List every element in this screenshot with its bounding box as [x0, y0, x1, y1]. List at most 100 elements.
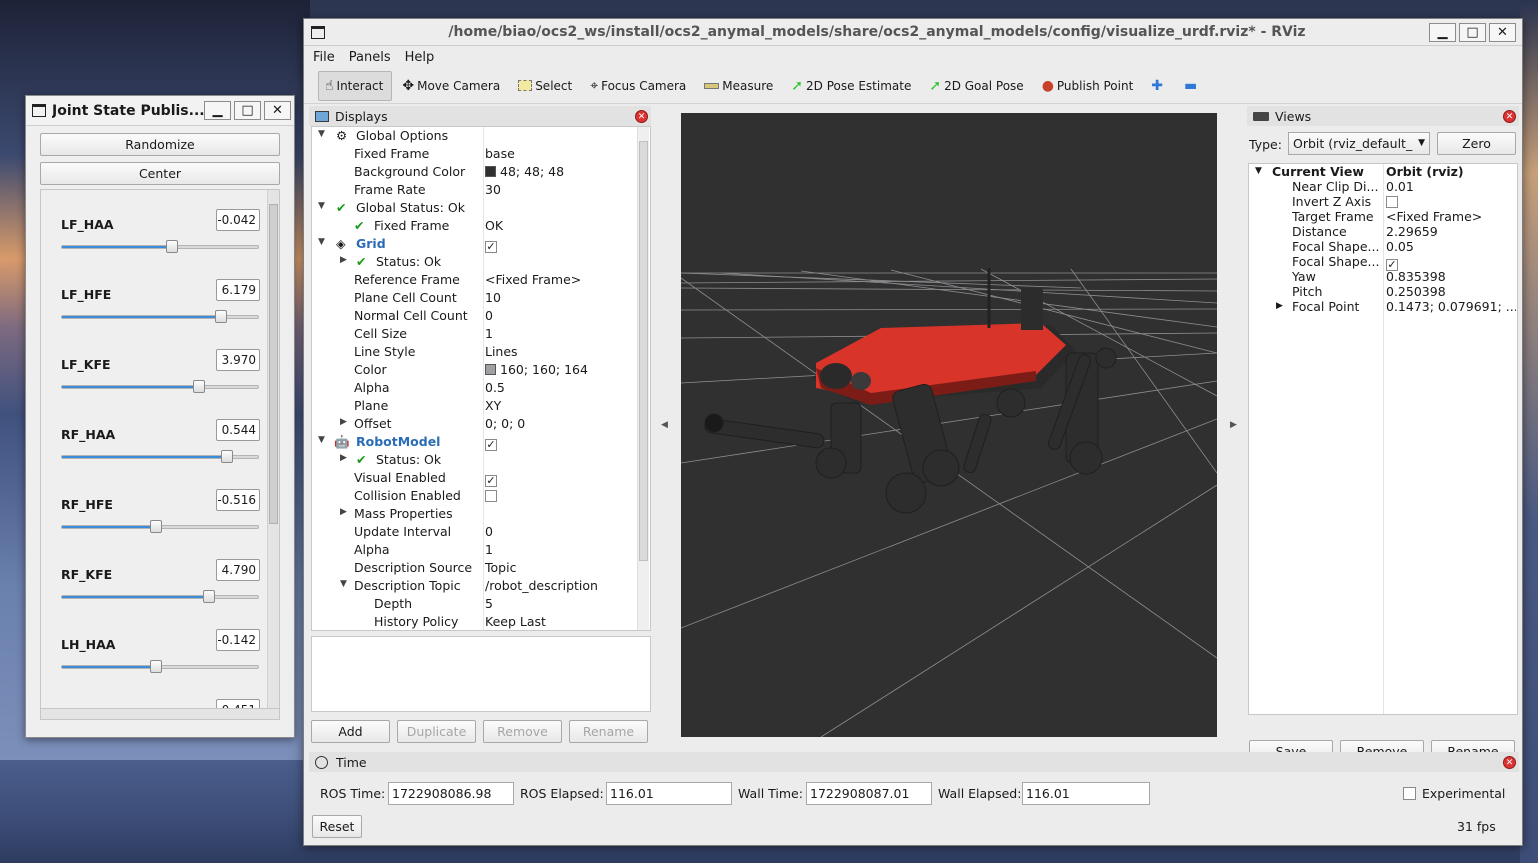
close-icon[interactable]: ✕ — [1503, 109, 1516, 123]
tool-focus-camera[interactable]: ⌖ Focus Camera — [584, 71, 694, 101]
collision-enabled-checkbox[interactable] — [485, 488, 497, 503]
tool-publish-point[interactable]: ● Publish Point — [1036, 71, 1142, 101]
row-value[interactable]: 0 — [485, 308, 493, 323]
expand-arrow-icon[interactable]: ▶ — [340, 453, 347, 463]
tree-row-color[interactable]: Color 160; 160; 164 — [312, 361, 638, 379]
view-prop-row[interactable]: ▶ Focal Point 0.1473; 0.079691; ... — [1249, 299, 1517, 314]
tree-row-current-view[interactable]: ▼ Current View Orbit (rviz) — [1249, 164, 1517, 179]
zero-button[interactable]: Zero — [1437, 132, 1516, 155]
row-value[interactable]: 2.29659 — [1386, 224, 1516, 239]
ros-elapsed-field[interactable]: 116.01 — [606, 782, 732, 805]
joint-value-field[interactable]: -0.142 — [216, 629, 260, 651]
row-value[interactable]: 48; 48; 48 — [485, 164, 564, 179]
close-button[interactable]: ✕ — [1489, 22, 1516, 42]
row-value[interactable]: 0.5 — [485, 380, 505, 395]
row-value[interactable]: 1 — [485, 542, 493, 557]
row-value[interactable]: 1 — [485, 326, 493, 341]
add-tool-button[interactable]: ✚ — [1145, 71, 1174, 101]
slider-handle[interactable] — [193, 380, 205, 393]
view-prop-row[interactable]: Yaw 0.835398 — [1249, 269, 1517, 284]
tree-row-background-color[interactable]: Background Color 48; 48; 48 — [312, 163, 638, 181]
tree-row-fixed-frame[interactable]: Fixed Frame base — [312, 145, 638, 163]
scrollbar-thumb[interactable] — [639, 141, 648, 561]
tree-row-mass-properties[interactable]: ▶ Mass Properties — [312, 505, 638, 523]
rename-button[interactable]: Rename — [569, 720, 648, 743]
tree-row-global-options[interactable]: ▼ ⚙ Global Options — [312, 127, 638, 145]
ros-time-field[interactable]: 1722908086.98 — [388, 782, 514, 805]
row-value[interactable]: 0; 0; 0 — [485, 416, 525, 431]
expand-arrow-icon[interactable]: ▶ — [1276, 301, 1283, 311]
collapse-arrow-icon[interactable]: ▼ — [318, 237, 325, 247]
duplicate-button[interactable]: Duplicate — [397, 720, 476, 743]
menu-help[interactable]: Help — [405, 50, 435, 65]
tree-row-alpha[interactable]: Alpha 0.5 — [312, 379, 638, 397]
view-type-dropdown[interactable]: Orbit (rviz_default_ ▼ — [1288, 132, 1430, 155]
collapse-arrow-icon[interactable]: ▼ — [318, 129, 325, 139]
tree-row-plane[interactable]: Plane XY — [312, 397, 638, 415]
slider-handle[interactable] — [150, 660, 162, 673]
scrollbar-thumb[interactable] — [269, 204, 278, 524]
center-button[interactable]: Center — [40, 162, 280, 185]
tree-row-update-interval[interactable]: Update Interval 0 — [312, 523, 638, 541]
horizontal-scrollbar[interactable] — [40, 708, 280, 720]
views-tree[interactable]: ▼ Current View Orbit (rviz) Near Clip Di… — [1248, 163, 1518, 715]
experimental-checkbox[interactable] — [1403, 787, 1416, 800]
remove-button[interactable]: Remove — [483, 720, 562, 743]
view-prop-row[interactable]: Focal Shape... ✓ — [1249, 254, 1517, 271]
tree-row-grid[interactable]: ▼ ◈ Grid ✓ — [312, 235, 638, 253]
vertical-scrollbar[interactable] — [637, 127, 649, 630]
tool-select[interactable]: Select — [512, 71, 580, 101]
row-value[interactable]: 0.835398 — [1386, 269, 1516, 284]
close-icon[interactable]: ✕ — [635, 109, 648, 123]
slider-handle[interactable] — [221, 450, 233, 463]
row-value[interactable]: 160; 160; 164 — [485, 362, 588, 377]
slider-track[interactable] — [61, 660, 259, 673]
slider-track[interactable] — [61, 380, 259, 393]
joint-value-field[interactable]: 3.970 — [216, 349, 260, 371]
menu-file[interactable]: File — [313, 50, 335, 65]
robotmodel-enabled-checkbox[interactable]: ✓ — [485, 434, 497, 451]
displays-tree[interactable]: ▼ ⚙ Global Options Fixed Frame base Backgro… — [311, 126, 651, 631]
maximize-button[interactable]: □ — [234, 101, 261, 120]
slider-track[interactable] — [61, 520, 259, 533]
tool-2d-pose-estimate[interactable]: ➚ 2D Pose Estimate — [785, 71, 919, 101]
tree-row-grid-status[interactable]: ▶ ✔ Status: Ok — [312, 253, 638, 271]
remove-tool-button[interactable]: ▬ — [1178, 71, 1208, 101]
tree-row-description-source[interactable]: Description Source Topic — [312, 559, 638, 577]
tool-measure[interactable]: Measure — [698, 71, 781, 101]
row-value[interactable]: 0 — [485, 524, 493, 539]
tree-row-global-status[interactable]: ▼ ✔ Global Status: Ok — [312, 199, 638, 217]
expand-arrow-icon[interactable]: ▶ — [340, 507, 347, 517]
tree-row-offset[interactable]: ▶ Offset 0; 0; 0 — [312, 415, 638, 433]
invert-z-checkbox[interactable] — [1386, 194, 1516, 209]
row-value[interactable]: 0.05 — [1386, 239, 1516, 254]
slider-handle[interactable] — [150, 520, 162, 533]
tree-row-robotmodel-status[interactable]: ▶ ✔ Status: Ok — [312, 451, 638, 469]
collapse-arrow-icon[interactable]: ▼ — [318, 201, 325, 211]
row-value[interactable]: 0.250398 — [1386, 284, 1516, 299]
tree-row-reference-frame[interactable]: Reference Frame <Fixed Frame> — [312, 271, 638, 289]
tree-row-collision-enabled[interactable]: Collision Enabled — [312, 487, 638, 505]
view-prop-row[interactable]: Pitch 0.250398 — [1249, 284, 1517, 299]
slider-track[interactable] — [61, 450, 259, 463]
row-value[interactable]: base — [485, 146, 515, 161]
tree-row-robot-alpha[interactable]: Alpha 1 — [312, 541, 638, 559]
row-value[interactable]: <Fixed Frame> — [485, 272, 581, 287]
row-value[interactable]: 0.1473; 0.079691; ... — [1386, 299, 1516, 314]
tree-row-robotmodel[interactable]: ▼ 🤖 RobotModel ✓ — [312, 433, 638, 451]
collapse-left-arrow-icon[interactable]: ◀ — [661, 420, 668, 430]
maximize-button[interactable]: □ — [1459, 22, 1486, 42]
slider-handle[interactable] — [215, 310, 227, 323]
wall-elapsed-field[interactable]: 116.01 — [1022, 782, 1150, 805]
3d-viewport[interactable] — [681, 113, 1217, 737]
rviz-titlebar[interactable]: /home/biao/ocs2_ws/install/ocs2_anymal_m… — [304, 19, 1522, 46]
view-prop-row[interactable]: Target Frame <Fixed Frame> — [1249, 209, 1517, 224]
view-prop-row[interactable]: Distance 2.29659 — [1249, 224, 1517, 239]
visual-enabled-checkbox[interactable]: ✓ — [485, 470, 497, 487]
joint-value-field[interactable]: -0.516 — [216, 489, 260, 511]
row-value[interactable]: 30 — [485, 182, 501, 197]
tool-move-camera[interactable]: ✥ Move Camera — [396, 71, 508, 101]
close-button[interactable]: ✕ — [264, 101, 291, 120]
tree-row-frame-rate[interactable]: Frame Rate 30 — [312, 181, 638, 199]
tree-row-normal-cell-count[interactable]: Normal Cell Count 0 — [312, 307, 638, 325]
